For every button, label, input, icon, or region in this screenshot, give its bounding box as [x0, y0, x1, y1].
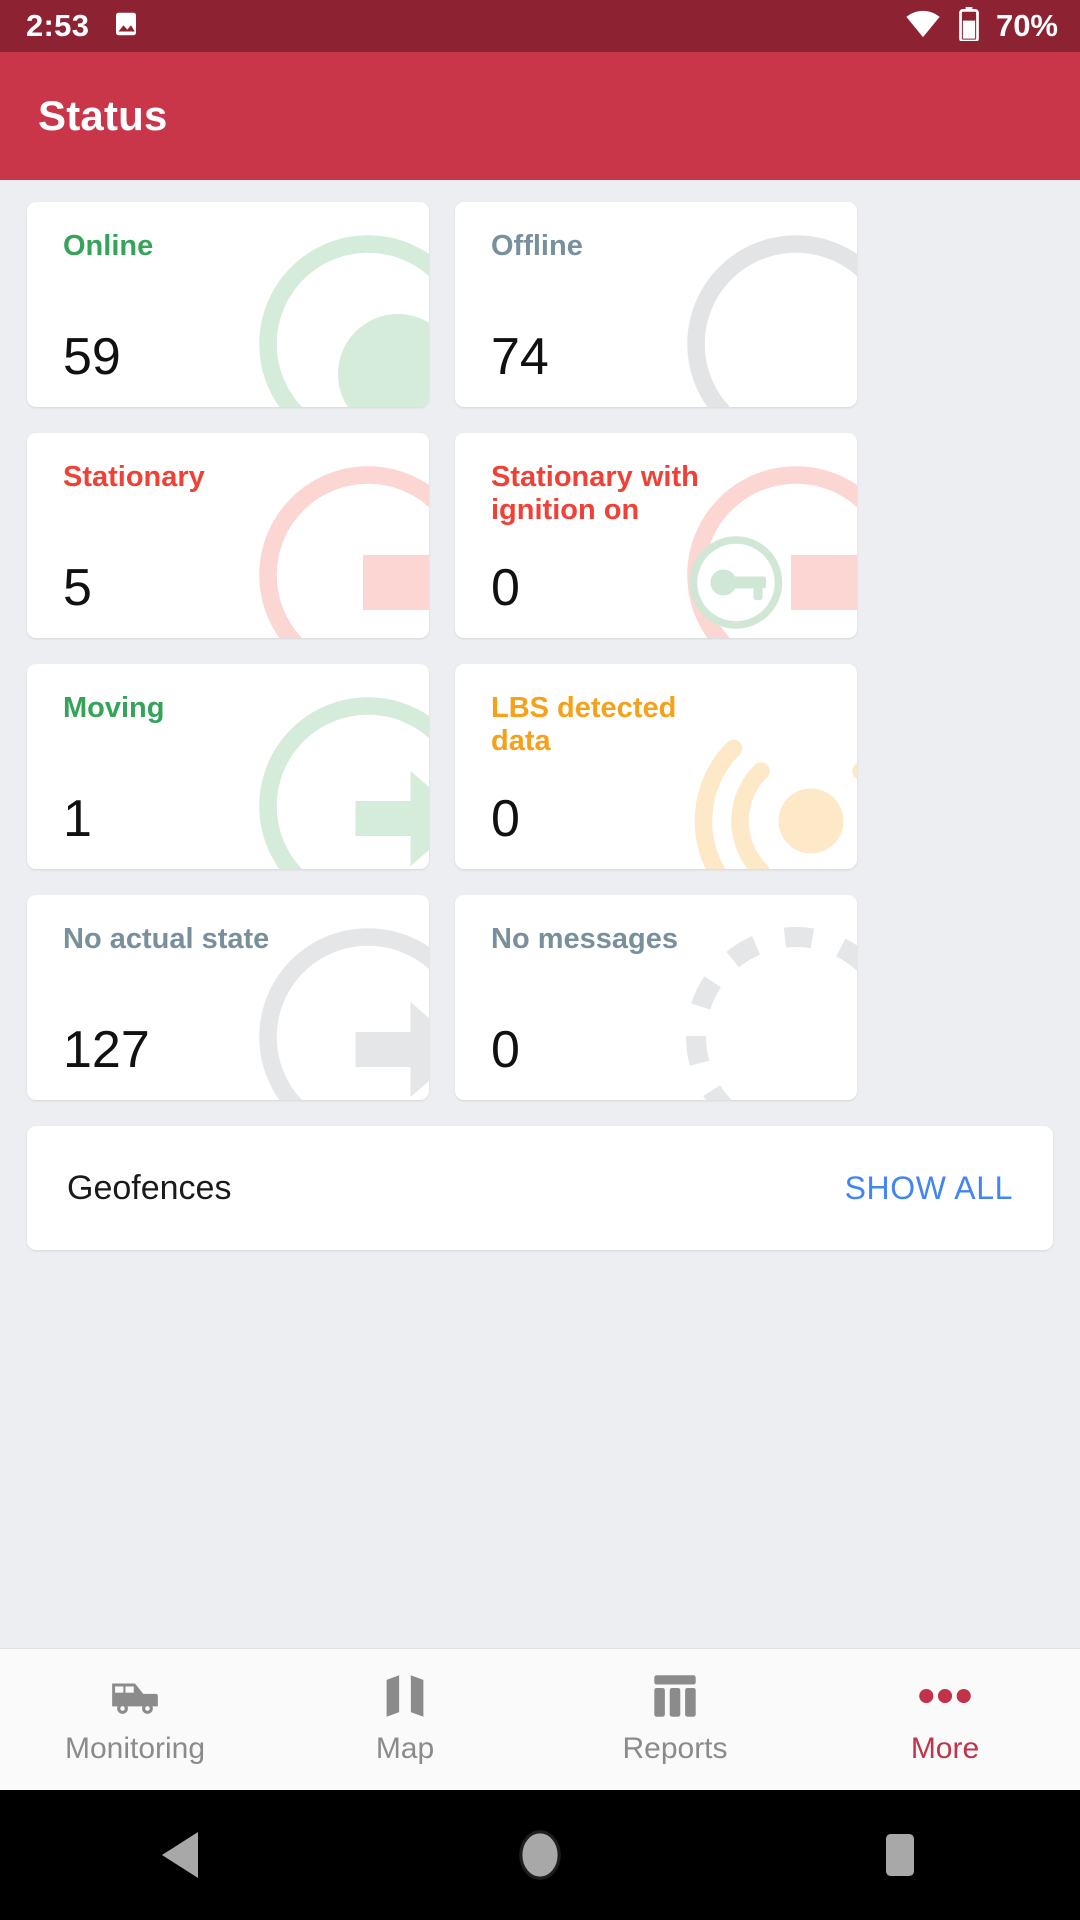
nav-label: Reports [622, 1732, 728, 1765]
status-content: Online 59 Offline 74 Stationary 5 Statio… [0, 180, 1080, 1648]
recents-square-icon[interactable] [720, 1830, 1080, 1880]
card-value: 0 [491, 790, 520, 848]
battery-icon [958, 6, 980, 46]
status-card-lbs-detected-data[interactable]: LBS detected data 0 [455, 664, 857, 869]
app-bar: Status [0, 52, 1080, 180]
nav-label: Monitoring [64, 1732, 206, 1765]
card-value: 127 [63, 1021, 150, 1079]
geofences-row[interactable]: Geofences SHOW ALL [27, 1126, 1053, 1250]
card-value: 1 [63, 790, 92, 848]
card-value: 0 [491, 559, 520, 617]
card-value: 0 [491, 1021, 520, 1079]
bottom-navigation: Monitoring Map Reports More [0, 1648, 1080, 1790]
battery-percent-label: 70% [995, 8, 1058, 43]
wifi-icon [904, 8, 942, 45]
nav-item-reports[interactable]: Reports [540, 1673, 810, 1766]
card-label: Moving [63, 692, 165, 724]
nav-item-map[interactable]: Map [270, 1673, 540, 1766]
status-bar: 2:53 70% [0, 0, 1080, 52]
status-card-stationary-ignition-on[interactable]: Stationary with ignition on 0 [455, 433, 857, 638]
android-system-nav [0, 1790, 1080, 1920]
map-icon [383, 1673, 427, 1719]
status-bar-notification-icons [111, 9, 141, 44]
card-label: LBS detected data [491, 692, 677, 758]
phone-screen: 2:53 70% Status Online 59 Offline 74 Sta… [0, 0, 1080, 1920]
geofences-title: Geofences [67, 1168, 232, 1207]
nav-item-monitoring[interactable]: Monitoring [0, 1673, 270, 1766]
nav-label: More [910, 1732, 980, 1765]
status-bar-system-icons: 70% [904, 6, 1058, 46]
card-value: 59 [63, 328, 121, 386]
image-icon [111, 9, 141, 44]
status-bar-clock: 2:53 [26, 8, 90, 43]
dots-icon [918, 1673, 972, 1719]
card-label: No actual state [63, 923, 270, 955]
home-circle-icon[interactable] [360, 1828, 720, 1882]
card-label: Offline [491, 230, 583, 262]
card-label: Stationary [63, 461, 205, 493]
status-card-moving[interactable]: Moving 1 [27, 664, 429, 869]
status-card-offline[interactable]: Offline 74 [455, 202, 857, 407]
card-label: Online [63, 230, 154, 262]
card-value: 5 [63, 559, 92, 617]
status-card-grid: Online 59 Offline 74 Stationary 5 Statio… [27, 202, 1053, 1100]
card-value: 74 [491, 328, 549, 386]
status-card-online[interactable]: Online 59 [27, 202, 429, 407]
card-label: Stationary with ignition on [491, 461, 699, 527]
nav-label: Map [375, 1732, 435, 1765]
status-card-no-messages[interactable]: No messages 0 [455, 895, 857, 1100]
page-title: Status [38, 92, 168, 139]
back-triangle-icon[interactable] [0, 1830, 360, 1880]
geofences-show-all-button[interactable]: SHOW ALL [845, 1170, 1013, 1207]
van-icon [108, 1673, 162, 1719]
columns-icon [651, 1673, 699, 1719]
status-card-no-actual-state[interactable]: No actual state 127 [27, 895, 429, 1100]
status-card-stationary[interactable]: Stationary 5 [27, 433, 429, 638]
card-label: No messages [491, 923, 678, 955]
nav-item-more[interactable]: More [810, 1673, 1080, 1766]
